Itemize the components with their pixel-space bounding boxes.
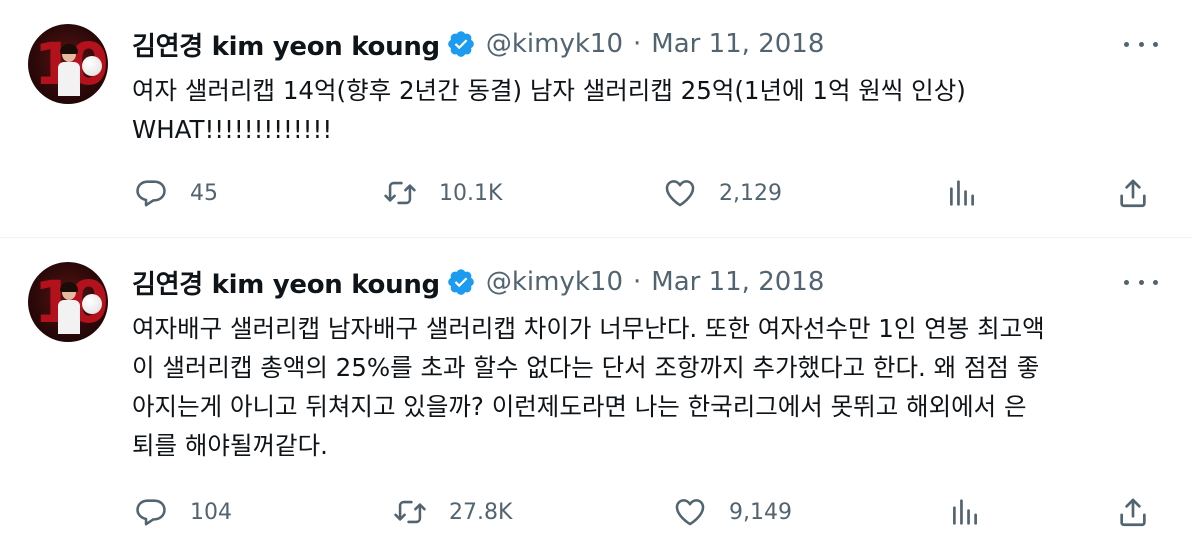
volleyball-icon [82,294,102,314]
more-icon[interactable] [1124,272,1158,292]
avatar[interactable]: 10 [28,24,108,104]
like-icon [675,499,705,526]
reply-count: 104 [190,499,232,525]
avatar-person-figure [58,44,80,96]
reply-button[interactable]: 45 [134,173,218,213]
separator-dot: · [633,29,642,59]
display-name[interactable]: 김연경 kim yeon koung [132,264,440,301]
retweet-icon [384,181,416,205]
tweet-date[interactable]: Mar 11, 2018 [651,267,824,297]
reply-button[interactable]: 104 [134,492,232,532]
like-button[interactable]: 2,129 [663,173,782,213]
avatar-person-figure [58,282,80,334]
verified-badge-icon [448,31,474,57]
tweet[interactable]: 10 김연경 kim yeon koung @kimyk10 · Mar 11,… [0,238,1192,554]
tweet-text: 여자배구 샐러리캡 남자배구 샐러리캡 차이가 너무난다. 또한 여자선수만 1… [132,314,1045,460]
reply-icon [136,180,166,207]
more-icon[interactable] [1124,34,1158,54]
retweet-button[interactable]: 27.8K [393,492,512,532]
handle[interactable]: @kimyk10 [486,29,623,59]
display-name[interactable]: 김연경 kim yeon koung [132,26,440,63]
tweet-header: 김연경 kim yeon koung @kimyk10 · Mar 11, 20… [132,264,824,301]
retweet-icon [394,500,426,524]
analytics-icon [953,499,977,525]
retweet-count: 27.8K [449,499,513,525]
tweet[interactable]: 10 김연경 kim yeon koung @kimyk10 · Mar 11,… [0,0,1192,238]
like-count: 9,149 [729,499,792,525]
like-count: 2,129 [719,180,782,206]
analytics-button[interactable] [945,173,979,213]
tweet-date[interactable]: Mar 11, 2018 [651,29,824,59]
tweet-text: 여자 샐러리캡 14억(향후 2년간 동결) 남자 샐러리캡 25억(1년에 1… [132,76,966,144]
reply-icon [136,499,166,526]
retweet-count: 10.1K [439,180,503,206]
reply-count: 45 [190,180,218,206]
volleyball-icon [82,56,102,76]
share-icon [1120,498,1146,527]
like-icon [665,180,695,207]
verified-badge-icon [448,269,474,295]
share-button[interactable] [1116,492,1150,532]
avatar[interactable]: 10 [28,262,108,342]
analytics-button[interactable] [948,492,982,532]
share-button[interactable] [1116,173,1150,213]
like-button[interactable]: 9,149 [673,492,792,532]
tweet-header: 김연경 kim yeon koung @kimyk10 · Mar 11, 20… [132,26,824,63]
separator-dot: · [633,267,642,297]
analytics-icon [950,180,974,206]
retweet-button[interactable]: 10.1K [383,173,502,213]
share-icon [1120,179,1146,208]
handle[interactable]: @kimyk10 [486,267,623,297]
